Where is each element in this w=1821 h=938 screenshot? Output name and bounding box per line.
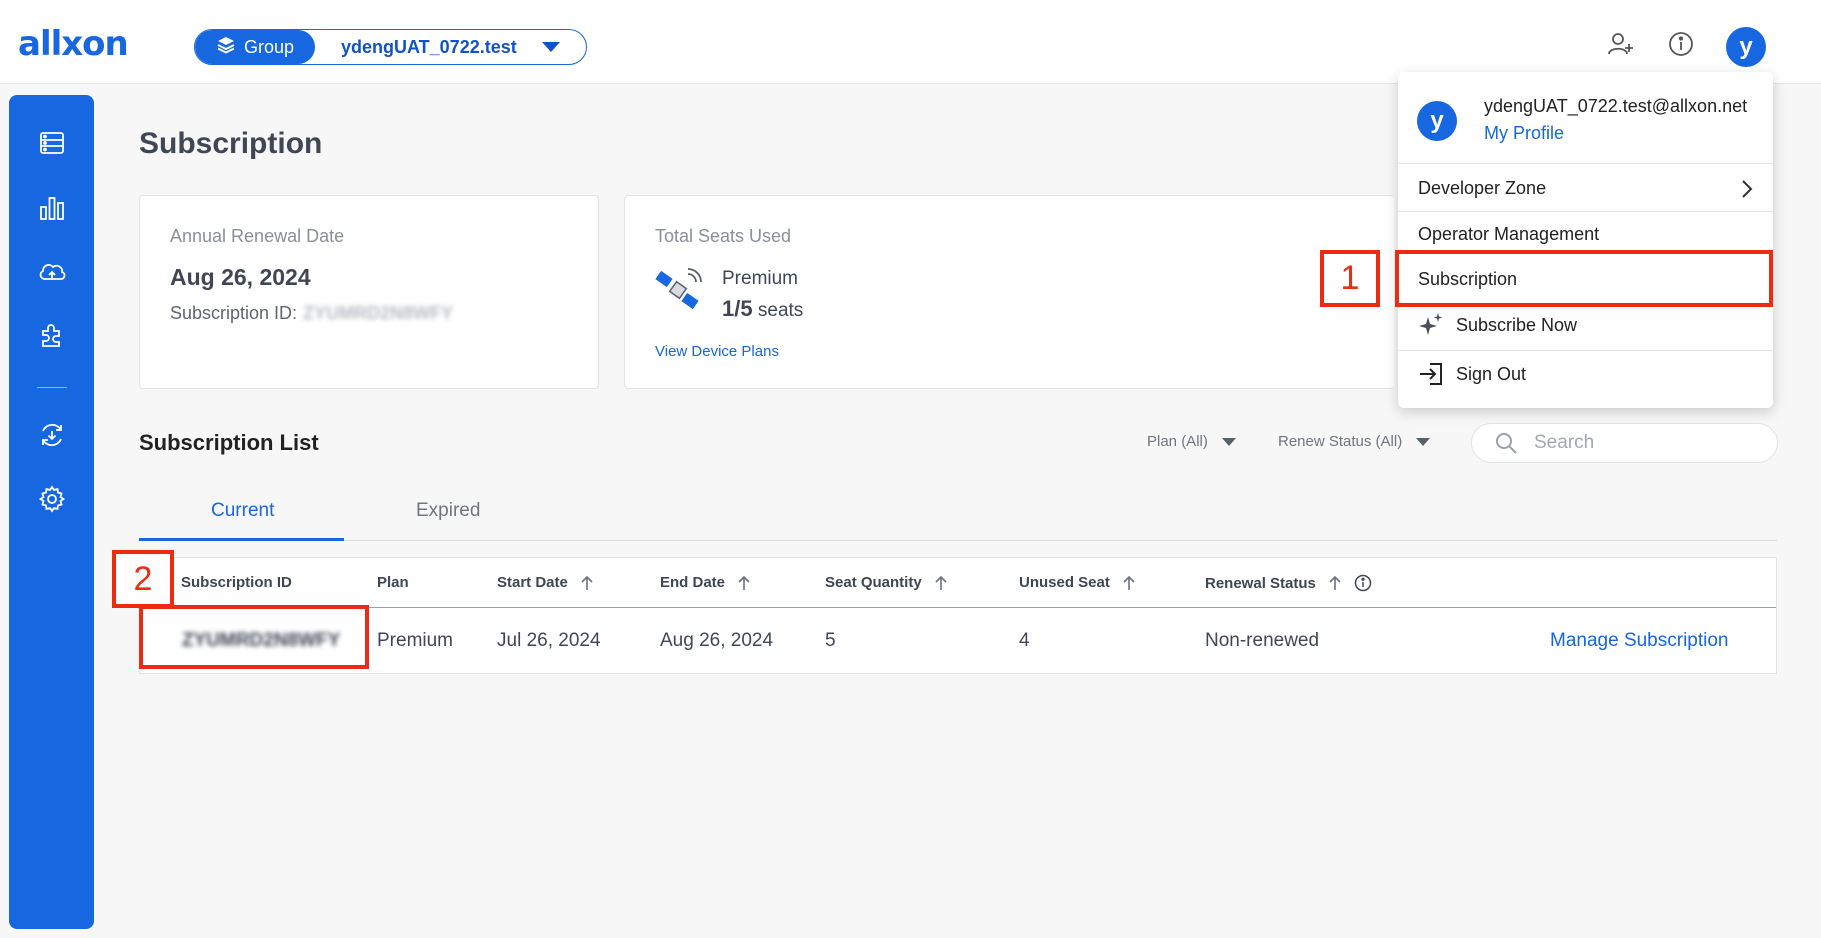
col-end-date[interactable]: End Date bbox=[660, 574, 751, 591]
annotation-box-subscription-menu bbox=[1395, 250, 1773, 307]
sign-out-icon bbox=[1420, 363, 1442, 385]
search-input[interactable] bbox=[1532, 431, 1732, 455]
menu-item-label: Developer Zone bbox=[1418, 178, 1547, 198]
seats-used: 1/5 bbox=[722, 296, 753, 321]
menu-item-label: Subscribe Now bbox=[1456, 314, 1578, 335]
col-plan: Plan bbox=[377, 574, 409, 591]
chevron-down-icon bbox=[1221, 437, 1236, 446]
annotation-number-1: 1 bbox=[1320, 250, 1380, 307]
seats-card: Total Seats Used Premium 1/5 seats View … bbox=[624, 195, 1394, 389]
menu-divider bbox=[1398, 163, 1773, 164]
group-pill[interactable]: Group bbox=[195, 30, 315, 64]
renew-filter-label: Renew Status (All) bbox=[1278, 433, 1403, 450]
sparkle-icon bbox=[1419, 313, 1443, 335]
search-icon bbox=[1494, 431, 1518, 455]
subscription-list-title: Subscription List bbox=[139, 430, 319, 455]
allxon-logo[interactable]: allxon bbox=[18, 24, 129, 64]
menu-item-sign-out[interactable]: Sign Out bbox=[1418, 362, 1526, 386]
layers-icon bbox=[216, 35, 236, 60]
col-renewal-status[interactable]: Renewal Status bbox=[1205, 574, 1372, 592]
chevron-right-icon bbox=[1742, 179, 1753, 198]
col-subscription-id: Subscription ID bbox=[181, 574, 292, 591]
search-box bbox=[1471, 423, 1778, 463]
plan-name: Premium bbox=[722, 268, 799, 289]
cloud-sync-icon[interactable] bbox=[37, 256, 67, 286]
cell-unused-seat: 4 bbox=[1019, 630, 1030, 651]
renew-status-filter[interactable]: Renew Status (All) bbox=[1278, 433, 1431, 450]
group-name-text: ydengUAT_0722.test bbox=[341, 36, 517, 57]
active-tab-indicator bbox=[139, 538, 344, 541]
cell-plan: Premium bbox=[377, 630, 454, 651]
annotation-number-2: 2 bbox=[112, 550, 174, 608]
col-start-date[interactable]: Start Date bbox=[497, 574, 594, 591]
renewal-card: Annual Renewal Date Aug 26, 2024 Subscri… bbox=[139, 195, 599, 389]
seats-label: Total Seats Used bbox=[655, 226, 792, 246]
sort-arrow-icon[interactable] bbox=[1122, 575, 1136, 591]
list-tabs: Current Expired bbox=[139, 478, 1777, 541]
settings-icon[interactable] bbox=[37, 484, 67, 514]
cell-end-date: Aug 26, 2024 bbox=[660, 630, 774, 651]
subscription-id-value: ZYUMRD2N8WFY bbox=[303, 303, 454, 323]
plan-filter[interactable]: Plan (All) bbox=[1147, 433, 1236, 450]
table-header-divider bbox=[140, 607, 1776, 608]
plugin-icon[interactable] bbox=[37, 320, 67, 350]
sort-arrow-icon[interactable] bbox=[580, 575, 594, 591]
seats-unit: seats bbox=[757, 300, 804, 321]
renewal-label: Annual Renewal Date bbox=[170, 226, 345, 246]
subscription-id-line: Subscription ID: ZYUMRD2N8WFY bbox=[170, 303, 453, 324]
sidebar-divider bbox=[37, 387, 67, 388]
group-label: Group bbox=[243, 36, 295, 57]
menu-item-label: Sign Out bbox=[1456, 363, 1527, 384]
menu-divider bbox=[1398, 350, 1773, 351]
annotation-box-subscription-id bbox=[139, 605, 369, 669]
seats-count: 1/5 seats bbox=[722, 296, 803, 322]
info-icon[interactable] bbox=[1665, 28, 1697, 60]
menu-item-operator-management[interactable]: Operator Management bbox=[1418, 224, 1599, 245]
subscription-table: Subscription ID Plan Start Date End Date… bbox=[139, 557, 1777, 674]
col-seat-quantity[interactable]: Seat Quantity bbox=[825, 574, 948, 591]
group-switcher[interactable]: Group ydengUAT_0722.test bbox=[194, 29, 587, 65]
sort-arrow-icon[interactable] bbox=[934, 575, 948, 591]
my-profile-link[interactable]: My Profile bbox=[1484, 123, 1564, 144]
view-device-plans-link[interactable]: View Device Plans bbox=[655, 343, 779, 360]
cell-renewal-status: Non-renewed bbox=[1205, 630, 1320, 651]
col-unused-seat[interactable]: Unused Seat bbox=[1019, 574, 1136, 591]
sidebar bbox=[9, 95, 94, 929]
subscription-id-label: Subscription ID: bbox=[170, 303, 298, 323]
sort-arrow-icon[interactable] bbox=[1328, 575, 1342, 591]
ota-icon[interactable] bbox=[37, 420, 67, 450]
menu-divider bbox=[1398, 211, 1773, 212]
user-email: ydengUAT_0722.test@allxon.net bbox=[1484, 96, 1748, 116]
group-name[interactable]: ydengUAT_0722.test bbox=[315, 37, 586, 58]
chevron-down-icon[interactable] bbox=[542, 42, 560, 52]
plan-filter-label: Plan (All) bbox=[1147, 433, 1208, 450]
sort-arrow-icon[interactable] bbox=[737, 575, 751, 591]
cell-start-date: Jul 26, 2024 bbox=[497, 630, 601, 651]
info-icon[interactable] bbox=[1354, 574, 1372, 592]
satellite-icon bbox=[655, 268, 703, 319]
menu-item-label: Operator Management bbox=[1418, 224, 1600, 244]
tab-current[interactable]: Current bbox=[211, 500, 274, 522]
menu-item-subscribe-now[interactable]: Subscribe Now bbox=[1418, 312, 1577, 338]
user-avatar[interactable]: y bbox=[1726, 27, 1766, 67]
page-title: Subscription bbox=[139, 127, 323, 160]
user-menu: y ydengUAT_0722.test@allxon.net My Profi… bbox=[1398, 72, 1773, 408]
menu-item-developer-zone[interactable]: Developer Zone bbox=[1418, 178, 1753, 199]
menu-avatar: y bbox=[1417, 101, 1457, 141]
devices-icon[interactable] bbox=[37, 128, 67, 158]
analytics-icon[interactable] bbox=[37, 193, 67, 223]
cell-seat-quantity: 5 bbox=[825, 630, 836, 651]
tab-expired[interactable]: Expired bbox=[416, 500, 480, 522]
renewal-date: Aug 26, 2024 bbox=[170, 264, 311, 290]
user-plus-icon[interactable] bbox=[1605, 28, 1637, 60]
manage-subscription-link[interactable]: Manage Subscription bbox=[1550, 630, 1729, 652]
chevron-down-icon bbox=[1416, 437, 1431, 446]
